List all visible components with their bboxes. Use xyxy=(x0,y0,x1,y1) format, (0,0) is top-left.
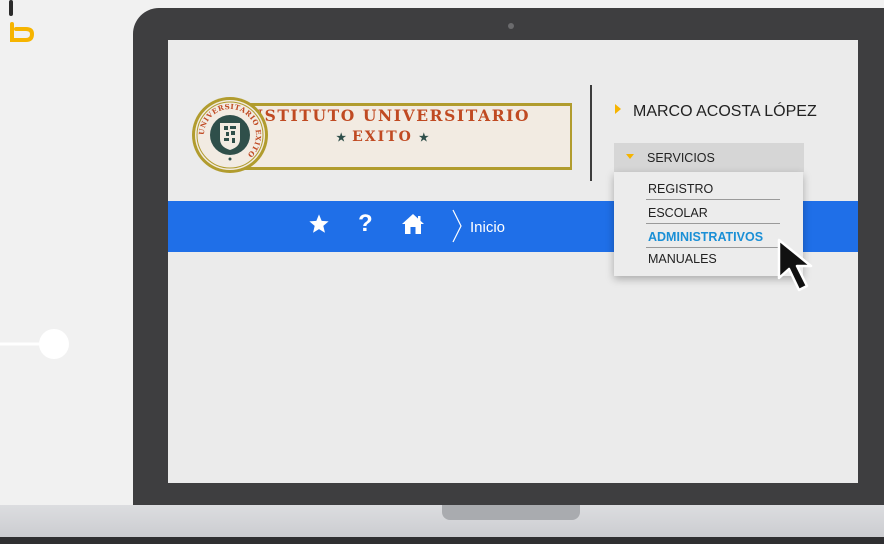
user-name[interactable]: MARCO ACOSTA LÓPEZ xyxy=(633,103,817,121)
menu-divider xyxy=(646,223,780,224)
caret-right-icon xyxy=(615,104,621,114)
university-seal-icon: UNIVERSITARIO EXITO xyxy=(192,97,268,173)
breadcrumb-home[interactable]: Inicio xyxy=(470,219,505,236)
services-dropdown-menu: REGISTRO ESCOLAR ADMINISTRATIVOS MANUALE… xyxy=(614,172,803,276)
menu-divider xyxy=(646,199,780,200)
menu-item-registro[interactable]: REGISTRO xyxy=(648,182,778,196)
laptop-screen: INSTITUTO UNIVERSITARIO ★ EXITO ★ UNIVERSI… xyxy=(168,40,858,483)
menu-item-manuales[interactable]: MANUALES xyxy=(648,252,778,266)
home-icon[interactable] xyxy=(401,213,425,235)
star-ornament-icon: ★ xyxy=(336,131,347,144)
caret-down-icon xyxy=(626,154,634,159)
laptop-foot xyxy=(0,537,884,544)
help-icon[interactable]: ? xyxy=(358,210,373,238)
institute-logo[interactable]: INSTITUTO UNIVERSITARIO ★ EXITO ★ UNIVERSI… xyxy=(190,95,572,175)
logo-subtitle-text: EXITO xyxy=(352,129,413,145)
header-divider xyxy=(590,85,592,181)
star-icon[interactable] xyxy=(308,213,330,235)
logo-subtitle: ★ EXITO ★ xyxy=(240,129,525,145)
mouse-cursor-icon xyxy=(777,238,813,292)
breadcrumb-separator-icon xyxy=(452,209,462,243)
menu-item-escolar[interactable]: ESCOLAR xyxy=(648,206,778,220)
decorative-dot-icon xyxy=(0,329,69,359)
corner-logo-icon xyxy=(9,0,35,42)
laptop-notch xyxy=(442,505,580,520)
logo-title: INSTITUTO UNIVERSITARIO xyxy=(240,106,531,125)
webcam-icon xyxy=(508,23,514,29)
services-label: SERVICIOS xyxy=(647,151,715,165)
services-dropdown-button[interactable]: SERVICIOS xyxy=(614,143,804,172)
star-ornament-icon: ★ xyxy=(418,131,429,144)
menu-item-administrativos[interactable]: ADMINISTRATIVOS xyxy=(648,230,778,244)
menu-divider xyxy=(646,247,780,248)
